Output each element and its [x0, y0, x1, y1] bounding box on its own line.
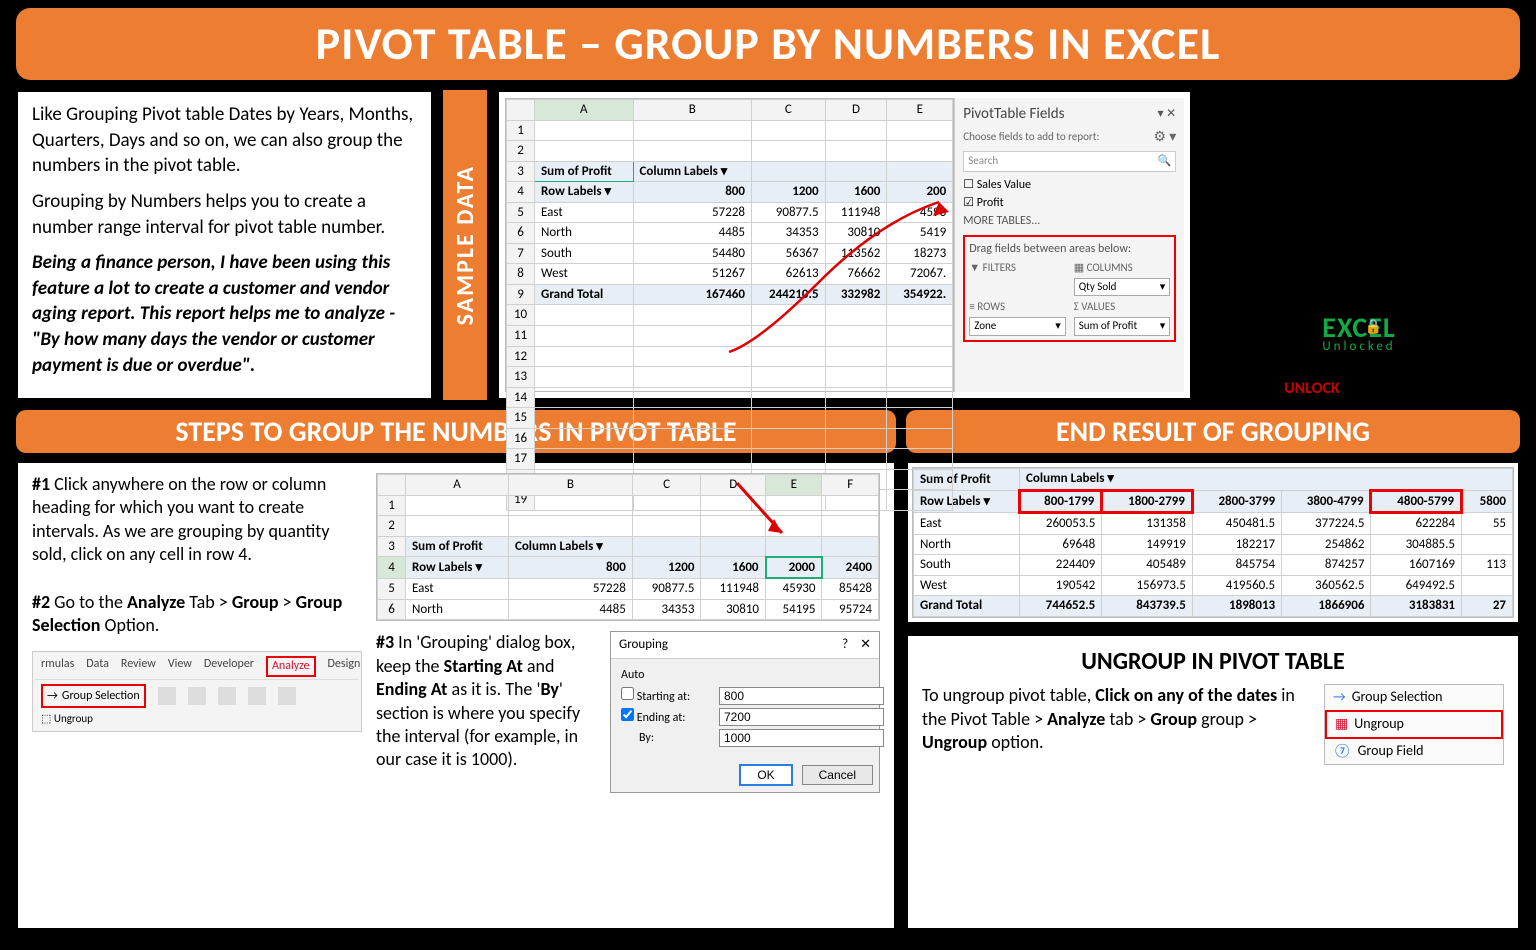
menu-group-field[interactable]: ⑦Group Field	[1325, 739, 1503, 764]
menu-ungroup[interactable]: ▦Ungroup	[1325, 710, 1503, 739]
field-profit[interactable]: ☑ Profit	[963, 194, 1176, 212]
sample-desc-real: Let us group the Quantity Sold (Column H…	[1198, 88, 1520, 188]
pivottable-fields-pane: PivotTable Fields▾ ✕ Choose fields to ad…	[954, 98, 1184, 392]
ungroup-text: To ungroup pivot table, Click on any of …	[922, 684, 1310, 765]
ribbon-icon[interactable]	[278, 687, 296, 705]
red-arrow-icon	[727, 478, 797, 548]
ribbon-icon[interactable]	[218, 687, 236, 705]
ok-button[interactable]: OK	[739, 764, 792, 786]
step-1: #1 Click anywhere on the row or column h…	[32, 473, 362, 567]
fields-areas-highlight: Drag fields between areas below: ▼ FILTE…	[963, 235, 1176, 343]
intro-p2: Grouping by Numbers helps you to create …	[32, 189, 417, 240]
result-panel: Sum of ProfitColumn Labels ▾ Row Labels …	[906, 461, 1520, 624]
close-icon[interactable]: ✕	[860, 637, 871, 652]
ungroup-panel: UNGROUP IN PIVOT TABLE To ungroup pivot …	[906, 634, 1520, 930]
ungroup-title: UNGROUP IN PIVOT TABLE	[922, 646, 1504, 678]
ribbon-icon[interactable]	[158, 687, 176, 705]
fields-search[interactable]: Search🔍	[963, 151, 1176, 172]
steps-panel: #1 Click anywhere on the row or column h…	[16, 461, 896, 930]
ungroup-icon: ▦	[1335, 715, 1348, 734]
ending-at-input[interactable]	[719, 708, 884, 726]
cancel-button[interactable]: Cancel	[802, 765, 873, 785]
brand-block: EXCEL🔒 Unlocked excelunlocked.com Lets U…	[1198, 310, 1520, 398]
starting-at-input[interactable]	[719, 687, 884, 705]
arrow-right-icon: →	[1333, 688, 1346, 707]
ribbon-icon[interactable]	[188, 687, 206, 705]
sample-data-label: SAMPLE DATA	[443, 90, 487, 400]
step-2: #2 Go to the Analyze Tab > Group > Group…	[32, 591, 362, 638]
fields-title: PivotTable Fields	[963, 104, 1064, 124]
starting-at-checkbox[interactable]	[621, 687, 634, 700]
by-input[interactable]	[719, 729, 884, 747]
grouping-dialog: Grouping?✕ Auto Starting at: Ending at: …	[610, 631, 880, 793]
step1-spreadsheet: ABCDEF 1 2 3Sum of ProfitColumn Labels ▾…	[376, 473, 880, 621]
ribbon-icon[interactable]	[248, 687, 266, 705]
group-field-icon: ⑦	[1333, 742, 1352, 761]
values-dropdown[interactable]: Sum of Profit▾	[1074, 317, 1171, 336]
help-icon[interactable]: ?	[842, 637, 848, 652]
rows-dropdown[interactable]: Zone▾	[969, 317, 1066, 336]
sample-sheet-panel: ABCDE 1 2 3Sum of ProfitColumn Labels ▾ …	[497, 90, 1192, 400]
field-sales-value[interactable]: ☐ Sales Value	[963, 176, 1176, 194]
step-3: #3 In 'Grouping' dialog box, keep the St…	[376, 631, 598, 793]
gear-icon[interactable]: ⚙ ▾	[1153, 128, 1176, 147]
menu-group-selection[interactable]: →Group Selection	[1325, 685, 1503, 710]
ribbon-group-selection[interactable]: → Group Selection	[41, 684, 146, 708]
intro-panel: Like Grouping Pivot table Dates by Years…	[16, 90, 433, 400]
more-tables[interactable]: MORE TABLES...	[963, 212, 1176, 230]
page-title-bar: PIVOT TABLE – GROUP BY NUMBERS IN EXCEL	[16, 8, 1520, 80]
ribbon-tab-analyze[interactable]: Analyze	[266, 656, 316, 676]
ribbon-snippet: rmulas Data Review View Developer Analyz…	[32, 651, 362, 731]
result-title: END RESULT OF GROUPING	[906, 410, 1520, 453]
intro-p3: Being a finance person, I have been usin…	[32, 250, 417, 378]
sample-spreadsheet: ABCDE 1 2 3Sum of ProfitColumn Labels ▾ …	[505, 98, 954, 392]
columns-dropdown[interactable]: Qty Sold▾	[1074, 278, 1171, 297]
page-title: PIVOT TABLE – GROUP BY NUMBERS IN EXCEL	[316, 16, 1221, 72]
intro-p1: Like Grouping Pivot table Dates by Years…	[32, 102, 417, 179]
ending-at-checkbox[interactable]	[621, 708, 634, 721]
group-menu: →Group Selection ▦Ungroup ⑦Group Field	[1324, 684, 1504, 765]
